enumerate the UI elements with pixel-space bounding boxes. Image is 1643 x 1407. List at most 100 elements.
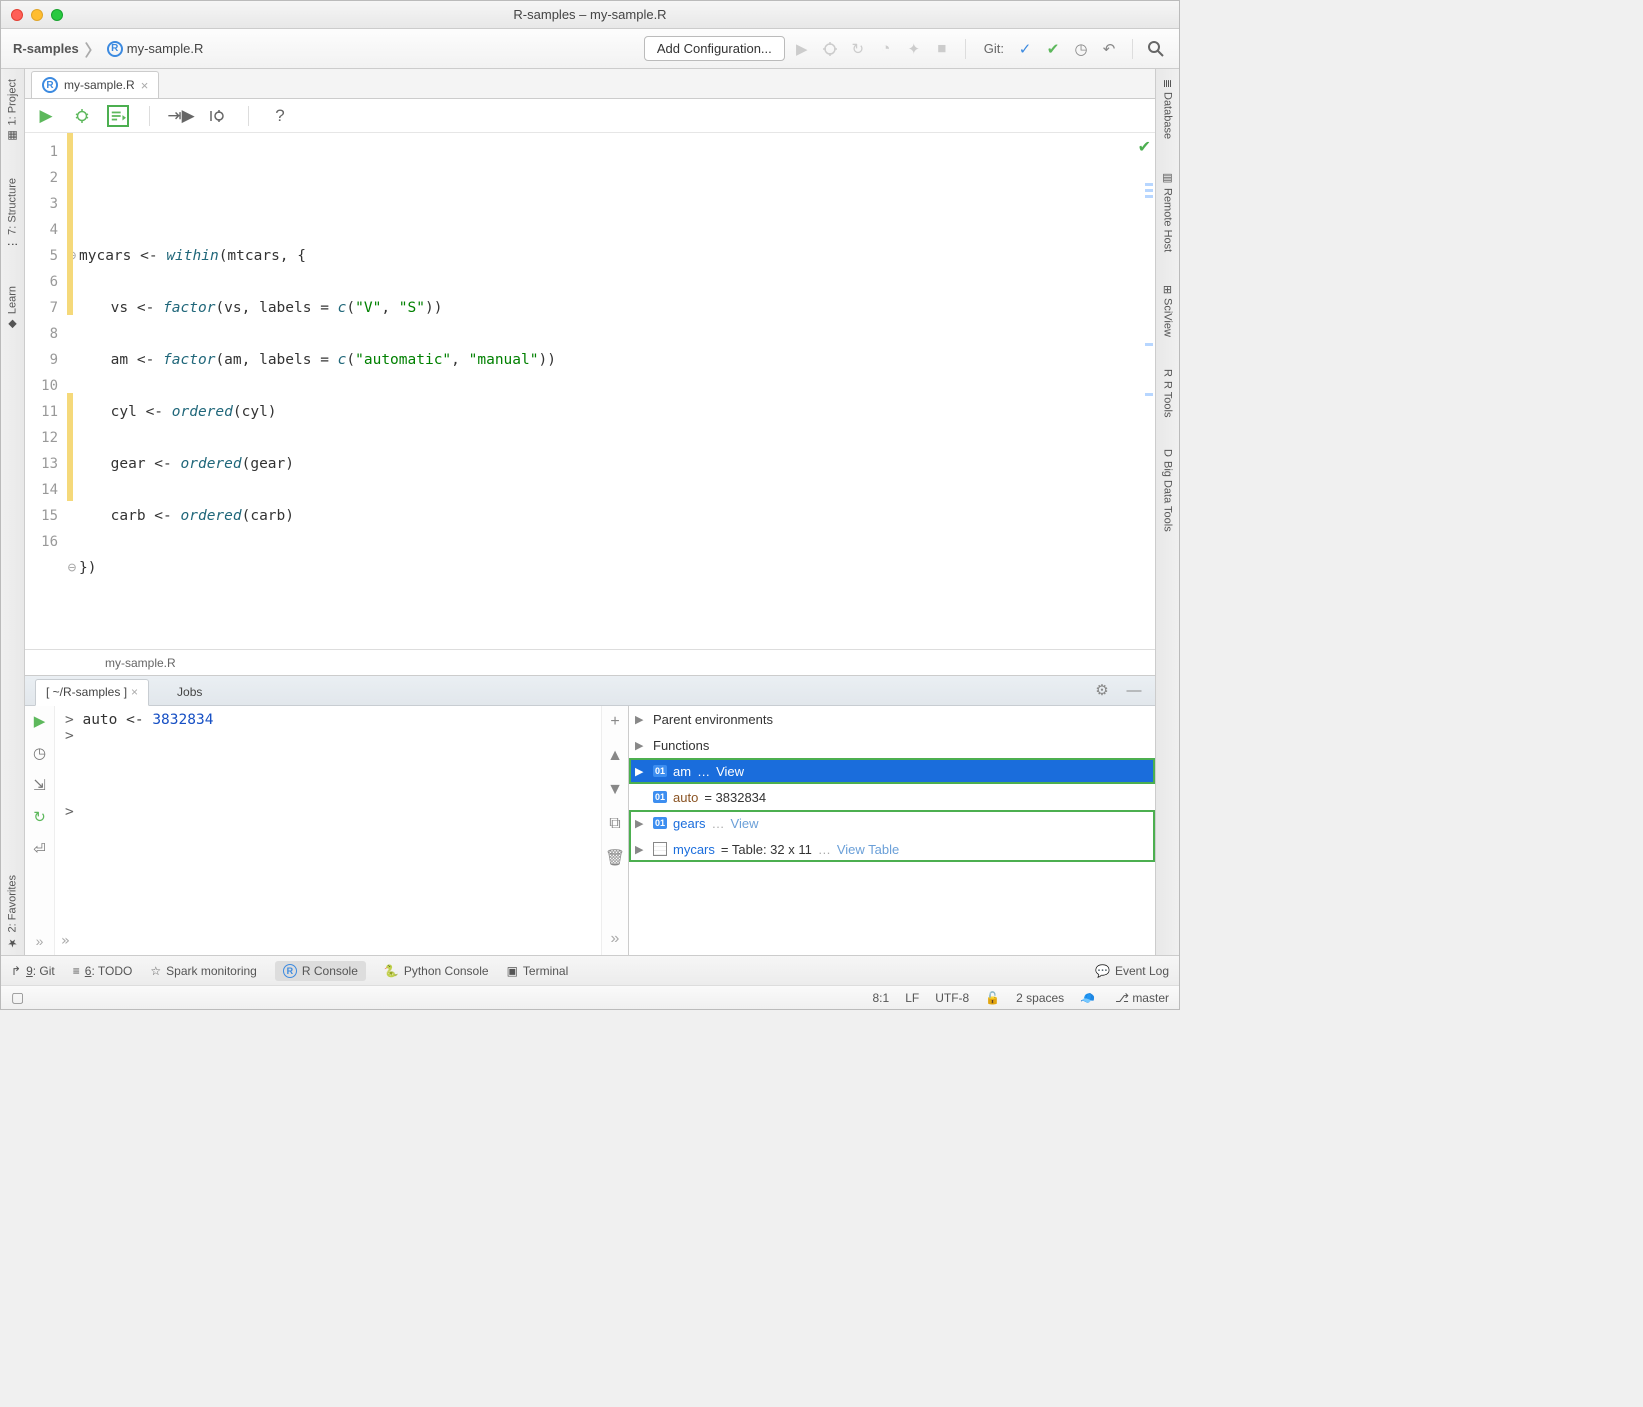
code-editor[interactable]: ✔ 1 2 3 4 5 6 7 8 9: [25, 133, 1155, 649]
code-fn: ordered: [172, 404, 233, 420]
tool-window-quick-access-icon[interactable]: ▢: [11, 989, 24, 1006]
env-view-link[interactable]: View: [716, 764, 744, 779]
code-text: ,: [381, 300, 398, 316]
breadcrumb-project[interactable]: R-samples: [13, 41, 79, 56]
run-selection-icon[interactable]: [107, 105, 129, 127]
terminal-tab[interactable]: ▣ Terminal: [507, 964, 569, 978]
line-number: 6: [25, 269, 58, 295]
console-tab-session[interactable]: [ ~/R-samples ] ×: [35, 679, 149, 706]
soft-wrap-icon[interactable]: ⏎: [29, 838, 51, 860]
close-tab-icon[interactable]: ×: [131, 685, 138, 699]
editor-tab-active[interactable]: R my-sample.R ×: [31, 71, 159, 98]
env-var-mycars[interactable]: ▶ mycars = Table: 32 x 11 … View Table: [629, 836, 1155, 862]
line-number: 12: [25, 425, 58, 451]
spark-monitoring-tab[interactable]: ☆ Spark monitoring: [150, 964, 256, 978]
stop-button[interactable]: ■: [931, 38, 953, 60]
r-console-tab[interactable]: R R Console: [275, 961, 366, 981]
indent-settings[interactable]: 2 spaces: [1016, 991, 1064, 1005]
right-tool-gutter: ≣Database ▤Remote Host ⊞SciView RR Tools…: [1155, 69, 1179, 955]
code-text: (carb): [242, 508, 294, 524]
git-revert-icon[interactable]: ↶: [1098, 38, 1120, 60]
console-tab-jobs[interactable]: Jobs: [167, 680, 212, 705]
repl-area[interactable]: > auto <- 3832834 > > »: [55, 706, 601, 955]
breadcrumb[interactable]: R-samples 〉 R my-sample.R: [13, 37, 203, 61]
breadcrumb-file[interactable]: R my-sample.R: [107, 41, 204, 57]
sciview-tool-tab[interactable]: ⊞SciView: [1159, 279, 1176, 343]
readonly-toggle-icon[interactable]: 🔓: [985, 991, 1000, 1005]
env-view-table-link[interactable]: View Table: [837, 842, 899, 857]
repl-prompt: >: [65, 804, 74, 820]
hide-panel-icon[interactable]: —: [1123, 679, 1145, 701]
close-window-button[interactable]: [11, 9, 23, 21]
environment-panel[interactable]: ▶Parent environments ▶Functions ▶ 01 am …: [629, 706, 1155, 955]
env-var-auto[interactable]: 01 auto = 3832834: [629, 784, 1155, 810]
big-data-tools-tab[interactable]: DBig Data Tools: [1160, 443, 1176, 538]
env-var-value: = 3832834: [704, 790, 766, 805]
env-var-gears[interactable]: ▶ 01 gears … View: [629, 810, 1155, 836]
left-tool-gutter: ▦1: Project ⋮7: Structure ◆Learn ★2: Fav…: [1, 69, 25, 955]
debug-file-icon[interactable]: [71, 105, 93, 127]
todo-tool-tab[interactable]: ≡ 6: TODO6: TODO: [73, 964, 133, 978]
r-file-icon: R: [107, 41, 123, 57]
vcs-change-marker[interactable]: [67, 133, 73, 315]
debug-button[interactable]: [819, 38, 841, 60]
cursor-position[interactable]: 8:1: [873, 991, 890, 1005]
up-icon[interactable]: ▲: [605, 746, 625, 766]
help-icon[interactable]: ?: [269, 105, 291, 127]
minimize-window-button[interactable]: [31, 9, 43, 21]
run-configuration-dropdown[interactable]: Add Configuration...: [644, 36, 785, 61]
run-file-icon[interactable]: ▶: [35, 105, 57, 127]
code-str: "S": [399, 300, 425, 316]
editor-file-breadcrumb[interactable]: my-sample.R: [25, 649, 1155, 675]
code-text: (cyl): [233, 404, 277, 420]
code-area[interactable]: ⊖mycars <- within(mtcars, { vs <- factor…: [67, 133, 1155, 649]
history-icon[interactable]: ◷: [29, 742, 51, 764]
git-history-icon[interactable]: ◷: [1070, 38, 1092, 60]
search-everywhere-icon[interactable]: [1145, 38, 1167, 60]
remote-host-tool-tab[interactable]: ▤Remote Host: [1159, 165, 1176, 258]
profile-button[interactable]: ◔: [875, 38, 897, 60]
console-tab-label: [ ~/R-samples ]: [46, 685, 127, 699]
project-tool-tab[interactable]: ▦1: Project: [4, 73, 21, 148]
git-branch[interactable]: ⎇ master: [1115, 991, 1169, 1005]
more-icon[interactable]: »: [36, 933, 44, 955]
run-button[interactable]: ▶: [791, 38, 813, 60]
restart-icon[interactable]: ↻: [29, 806, 51, 828]
env-group-functions[interactable]: ▶Functions: [629, 732, 1155, 758]
env-var-am[interactable]: ▶ 01 am … View: [629, 758, 1155, 784]
concurrency-button[interactable]: ✦: [903, 38, 925, 60]
git-update-icon[interactable]: ✓: [1014, 38, 1036, 60]
coverage-button[interactable]: ↻: [847, 38, 869, 60]
more-icon[interactable]: »: [605, 929, 625, 949]
line-separator[interactable]: LF: [905, 991, 919, 1005]
vcs-change-marker[interactable]: [67, 393, 73, 501]
execute-icon[interactable]: ▶: [29, 710, 51, 732]
database-tool-tab[interactable]: ≣Database: [1159, 73, 1176, 145]
copy-icon[interactable]: ⧉: [605, 814, 625, 834]
run-to-cursor-icon[interactable]: ⇥▶: [170, 105, 192, 127]
structure-tool-tab[interactable]: ⋮7: Structure: [4, 172, 21, 256]
file-encoding[interactable]: UTF-8: [935, 991, 969, 1005]
python-console-tab[interactable]: 🐍 Python Console: [384, 964, 489, 978]
line-number-gutter[interactable]: 1 2 3 4 5 6 7 8 9 10 11 12 13 14 15 16: [25, 133, 67, 649]
r-tools-tab[interactable]: RR Tools: [1160, 363, 1176, 423]
close-tab-icon[interactable]: ×: [141, 78, 149, 93]
interpreter-status[interactable]: 🧢: [1080, 991, 1099, 1005]
env-view-link[interactable]: View: [731, 816, 759, 831]
env-group-parent[interactable]: ▶Parent environments: [629, 706, 1155, 732]
git-tool-tab[interactable]: ↱ 99: Git: Git: [11, 964, 55, 978]
delete-icon[interactable]: 🗑: [605, 848, 625, 868]
debug-to-cursor-icon[interactable]: [206, 105, 228, 127]
r-icon: R: [283, 964, 297, 978]
zoom-window-button[interactable]: [51, 9, 63, 21]
git-commit-icon[interactable]: ✔: [1042, 38, 1064, 60]
add-icon[interactable]: +: [605, 712, 625, 732]
settings-icon[interactable]: ⚙: [1091, 679, 1113, 701]
event-log-tab[interactable]: 💬 Event Log: [1095, 964, 1169, 978]
code-text: cyl <-: [76, 404, 172, 420]
more-icon[interactable]: »: [61, 933, 70, 949]
export-icon[interactable]: ⇲: [29, 774, 51, 796]
learn-tool-tab[interactable]: ◆Learn: [4, 280, 21, 337]
favorites-tool-tab[interactable]: ★2: Favorites: [4, 869, 21, 955]
down-icon[interactable]: ▼: [605, 780, 625, 800]
